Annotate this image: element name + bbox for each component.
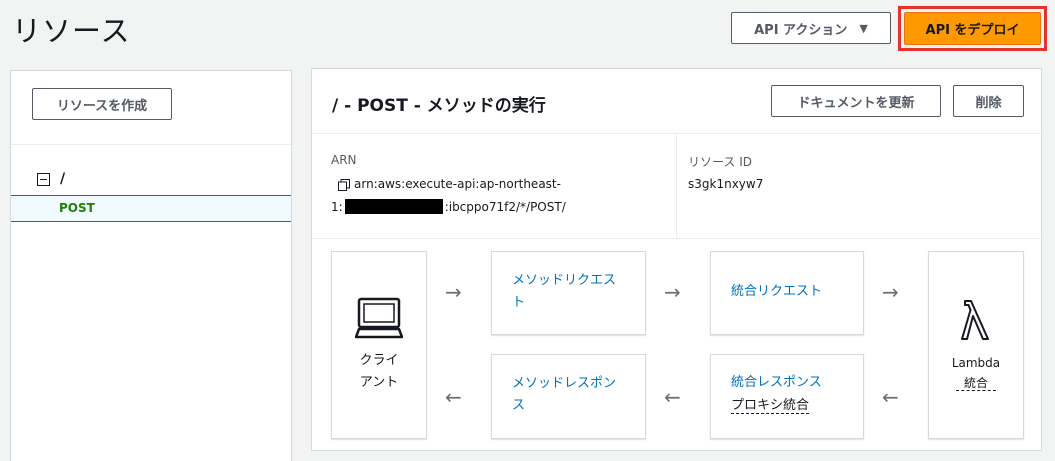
resource-tree-panel: リソースを作成 / POST bbox=[10, 70, 292, 461]
method-response-card: メソッドレスポン ス bbox=[491, 354, 646, 439]
method-title: / - POST - メソッドの実行 bbox=[332, 96, 546, 116]
proxy-integration-text: プロキシ統合 bbox=[731, 398, 810, 414]
tree-root-resource[interactable]: / bbox=[37, 171, 65, 187]
tree-method-post[interactable]: POST bbox=[11, 195, 291, 222]
tree-method-label: POST bbox=[59, 201, 95, 215]
deploy-api-button[interactable]: API をデプロイ bbox=[904, 12, 1041, 45]
lambda-integration-card[interactable]: Lambda 統合 bbox=[928, 251, 1024, 439]
method-response-line2: ス bbox=[512, 398, 526, 413]
api-gateway-resources-page: リソース API アクション ▼ API をデプロイ リソースを作成 / POS… bbox=[0, 0, 1055, 461]
method-request-card: メソッドリクエス ト bbox=[491, 251, 646, 335]
delete-label: 削除 bbox=[975, 95, 1002, 111]
arrow-left-icon: ← bbox=[445, 385, 462, 409]
arrow-left-icon: ← bbox=[882, 385, 899, 409]
api-actions-dropdown[interactable]: API アクション ▼ bbox=[731, 12, 891, 44]
lambda-icon bbox=[961, 300, 989, 340]
tree-root-label: / bbox=[60, 171, 66, 187]
arrow-right-icon: → bbox=[882, 280, 899, 304]
method-response-line1: メソッドレスポン bbox=[512, 376, 617, 391]
client-label-line1: クライ bbox=[359, 353, 399, 368]
client-label-line2: アント bbox=[359, 375, 399, 390]
copy-icon[interactable] bbox=[338, 179, 350, 191]
method-response-link[interactable]: メソッドレスポン ス bbox=[512, 373, 616, 417]
delete-button[interactable]: 削除 bbox=[953, 85, 1024, 117]
deploy-api-label: API をデプロイ bbox=[925, 23, 1020, 38]
integration-response-link[interactable]: 統合レスポンス bbox=[731, 372, 822, 394]
page-title: リソース bbox=[12, 14, 131, 48]
method-request-line2: ト bbox=[512, 295, 526, 310]
arn-value-line1: arn:aws:execute-api:ap-northeast- bbox=[354, 177, 561, 191]
arn-prefix: 1: bbox=[331, 200, 343, 214]
lambda-label-line2-text: 統合 bbox=[955, 376, 996, 391]
arn-label: ARN bbox=[331, 153, 357, 167]
arrow-right-icon: → bbox=[445, 280, 462, 304]
integration-request-link[interactable]: 統合リクエスト bbox=[731, 281, 822, 303]
computer-icon bbox=[355, 297, 403, 339]
api-actions-label: API アクション bbox=[754, 22, 848, 38]
lambda-label-line2: 統合 bbox=[929, 373, 1023, 393]
collapse-icon[interactable] bbox=[37, 172, 50, 186]
arn-value-line2: 1: :ibcppo71f2/*/POST/ bbox=[331, 199, 566, 214]
method-execution-panel: / - POST - メソッドの実行 ドキュメントを更新 削除 ARN arn:… bbox=[311, 68, 1042, 451]
arrow-right-icon: → bbox=[664, 280, 681, 304]
proxy-integration-label: プロキシ統合 bbox=[731, 394, 810, 414]
redacted-account-id bbox=[344, 199, 443, 214]
client-card[interactable]: クライ アント bbox=[331, 251, 427, 439]
deploy-highlight: API をデプロイ bbox=[898, 6, 1047, 51]
divider bbox=[312, 238, 1041, 239]
client-label: クライ アント bbox=[332, 350, 426, 394]
create-resource-button[interactable]: リソースを作成 bbox=[32, 88, 172, 120]
resource-id-label: リソース ID bbox=[688, 155, 752, 169]
create-resource-label: リソースを作成 bbox=[56, 98, 148, 114]
integration-request-card: 統合リクエスト bbox=[710, 251, 864, 335]
lambda-label: Lambda 統合 bbox=[929, 353, 1023, 393]
update-documentation-label: ドキュメントを更新 bbox=[797, 95, 915, 111]
caret-down-icon: ▼ bbox=[859, 21, 868, 35]
method-request-line1: メソッドリクエス bbox=[512, 273, 617, 288]
update-documentation-button[interactable]: ドキュメントを更新 bbox=[771, 85, 941, 117]
arn-suffix: :ibcppo71f2/*/POST/ bbox=[444, 200, 566, 214]
column-divider bbox=[676, 133, 677, 238]
arrow-left-icon: ← bbox=[664, 385, 681, 409]
resource-id-value: s3gk1nxyw7 bbox=[688, 177, 764, 191]
integration-response-card: 統合レスポンス プロキシ統合 bbox=[710, 354, 864, 439]
lambda-label-line1: Lambda bbox=[951, 356, 1001, 370]
method-request-link[interactable]: メソッドリクエス ト bbox=[512, 270, 616, 314]
divider bbox=[11, 144, 291, 145]
